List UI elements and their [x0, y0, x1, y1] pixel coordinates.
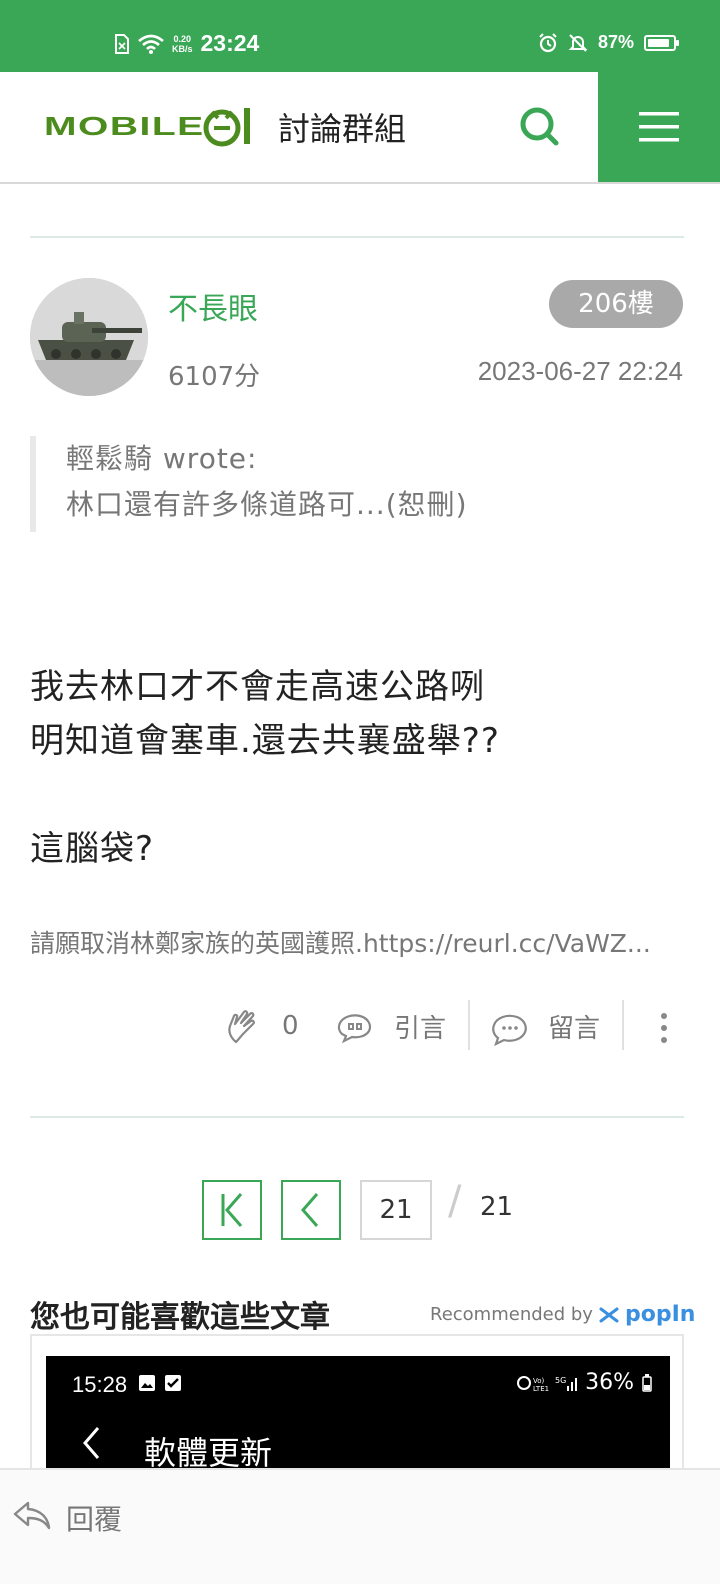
more-options-button[interactable]: [652, 1008, 676, 1052]
hamburger-menu-icon: [639, 112, 679, 142]
search-icon: [520, 107, 559, 146]
thumb-back-icon: [83, 1427, 100, 1459]
clap-icon: [228, 1010, 255, 1044]
mute-notification-icon: [568, 33, 588, 52]
divider-top: [30, 236, 684, 238]
chevron-left-icon: [301, 1193, 319, 1227]
menu-button[interactable]: [598, 72, 720, 182]
author-score: 6107分: [168, 362, 261, 392]
status-bar: 0.20 KB/s 23:24 87%: [0, 0, 720, 72]
tank-avatar-image: [30, 278, 148, 396]
thumb-battery-icon: [642, 1373, 652, 1392]
battery-icon: [644, 34, 679, 51]
page-total: 21: [480, 1192, 514, 1222]
thumb-check-icon: [165, 1375, 181, 1391]
quote-bubble-icon: [337, 1014, 372, 1044]
recommended-by[interactable]: Recommended by popIn: [430, 1302, 695, 1327]
page-separator: /: [448, 1178, 462, 1224]
post-body-line: 這腦袋?: [30, 829, 155, 869]
comment-bubble-icon: [492, 1014, 527, 1046]
sim-card-icon: [115, 33, 129, 54]
quote-block: 輕鬆騎 wrote: 林口還有許多條道路可...(恕刪): [30, 436, 630, 532]
thumb-battery: 36%: [585, 1370, 634, 1395]
like-button[interactable]: 0: [224, 1006, 299, 1046]
svg-text:Vo): Vo): [533, 1377, 545, 1385]
page-title: 討論群組: [278, 110, 407, 148]
avatar[interactable]: [30, 278, 148, 396]
action-divider: [468, 1000, 470, 1050]
status-time: 23:24: [200, 30, 260, 56]
svg-text:LTE1: LTE1: [533, 1385, 549, 1392]
reply-bar[interactable]: 回覆: [0, 1468, 720, 1584]
site-logo[interactable]: MOBILE: [44, 104, 254, 148]
search-button[interactable]: [514, 102, 564, 152]
quote-label: 引言: [394, 1013, 447, 1044]
comment-label: 留言: [548, 1013, 601, 1044]
thumb-image-icon: [139, 1375, 155, 1391]
floor-badge[interactable]: 206樓: [549, 280, 683, 328]
post-signature[interactable]: 請願取消林鄭家族的英國護照.https://reurl.cc/VaWZ...: [30, 924, 684, 960]
pagination: 21 / 21: [0, 1178, 720, 1244]
site-header: MOBILE 討論群組: [0, 72, 720, 184]
more-vertical-icon: [661, 1013, 667, 1043]
wifi-icon: [138, 34, 164, 54]
alarm-icon: [539, 32, 557, 52]
status-left: 0.20 KB/s 23:24: [114, 30, 259, 57]
like-count: 0: [282, 1011, 299, 1041]
first-page-icon: [221, 1193, 243, 1227]
battery-percent: 87%: [597, 32, 634, 52]
quote-button[interactable]: 引言: [336, 1006, 446, 1046]
first-page-button[interactable]: [202, 1180, 262, 1240]
recommended-by-label: Recommended by: [430, 1304, 593, 1325]
post-actions: 0 引言 留言: [0, 1000, 720, 1056]
reply-icon: [13, 1501, 51, 1530]
thumb-status: Vo) LTE1 5G 36%: [517, 1370, 652, 1395]
popin-brand: popIn: [624, 1302, 696, 1327]
post-body-line: 明知道會塞車.還去共襄盛舉??: [30, 721, 500, 761]
page-number-input[interactable]: 21: [360, 1180, 432, 1240]
post-body-line: [30, 768, 500, 822]
quote-author: 輕鬆騎 wrote:: [66, 442, 258, 475]
thumb-time: 15:28: [72, 1372, 128, 1397]
post-body-line: 我去林口才不會走高速公路咧: [30, 667, 485, 707]
network-speed-unit: KB/s: [172, 43, 193, 54]
recommend-heading: 您也可能喜歡這些文章: [30, 1300, 330, 1335]
network-speed: 0.20 KB/s: [172, 34, 193, 54]
divider-bottom: [30, 1116, 684, 1118]
post-author[interactable]: 不長眼: [168, 284, 258, 328]
reply-label: 回覆: [66, 1503, 123, 1536]
comment-button[interactable]: 留言: [490, 1006, 600, 1046]
status-right: 87%: [538, 32, 679, 53]
network-speed-value: 0.20: [173, 33, 192, 44]
logo-text: MOBILE: [44, 110, 205, 141]
action-divider: [622, 1000, 624, 1050]
post-datetime: 2023-06-27 22:24: [477, 356, 683, 386]
post-body: 我去林口才不會走高速公路咧 明知道會塞車.還去共襄盛舉?? 這腦袋?: [30, 660, 500, 876]
quote-text: 林口還有許多條道路可...(恕刪): [66, 488, 468, 521]
previous-page-button[interactable]: [281, 1180, 341, 1240]
svg-text:5G: 5G: [555, 1376, 566, 1385]
battery-fill: [648, 38, 669, 47]
popin-logo-icon: [599, 1307, 619, 1322]
thumb-signal-icon: Vo) LTE1 5G: [517, 1375, 578, 1392]
